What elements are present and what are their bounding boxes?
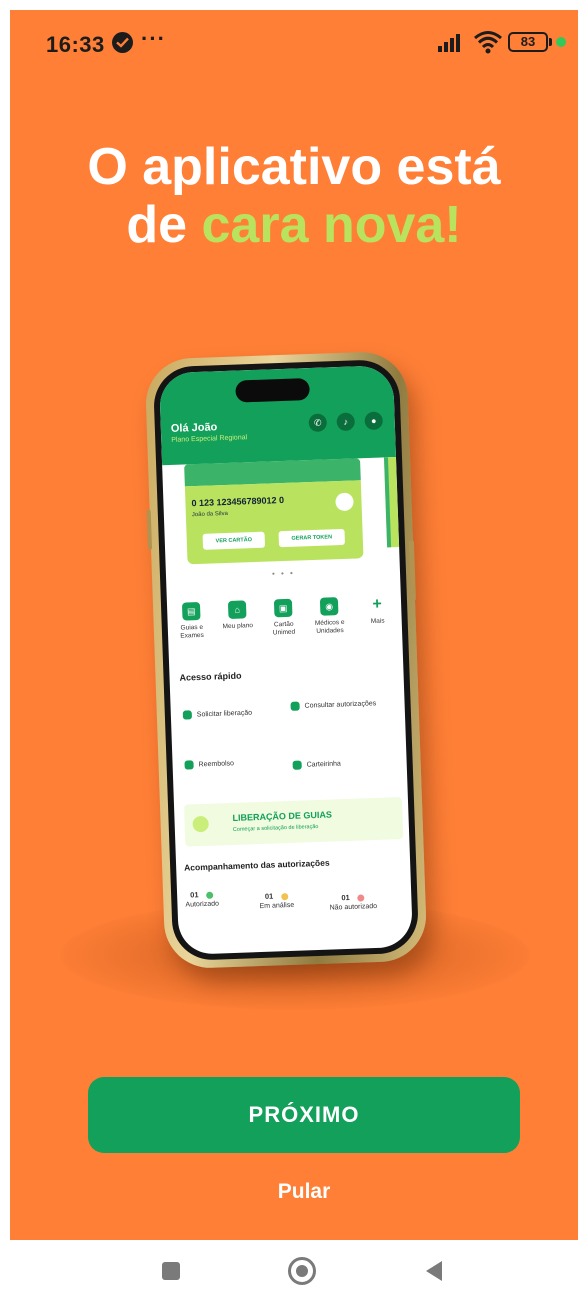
document-icon: ▤ — [181, 601, 201, 621]
quick-item-label: Solicitar liberação — [196, 709, 253, 719]
battery-level: 83 — [520, 34, 536, 49]
bell-icon: ♪ — [336, 412, 356, 432]
phone-bezel: Olá João Plano Especial Regional ✆ ♪ ● 0… — [152, 358, 420, 962]
shortcut-label: Médicos e Unidades — [314, 618, 345, 635]
tracking-count: 01 — [264, 891, 274, 901]
tracking-authorized: 01 Autorizado — [185, 889, 219, 909]
notification-overflow: ··· — [141, 26, 166, 51]
location-icon: ◉ — [319, 597, 339, 616]
title-line-2: de cara nova! — [10, 196, 578, 254]
tracking-label: Em análise — [259, 901, 295, 911]
shortcut-guides: ▤ Guias e Exames — [171, 601, 212, 641]
back-icon[interactable] — [426, 1261, 442, 1281]
dynamic-island — [235, 378, 310, 403]
quick-item-label: Reembolso — [198, 760, 235, 769]
shortcut-label: Cartão Unimed — [272, 620, 296, 637]
analysis-status-icon — [281, 892, 289, 900]
view-card-button: VER CARTÃO — [202, 531, 266, 550]
phone-icon: ✆ — [308, 413, 328, 433]
refund-icon — [184, 760, 194, 770]
recents-icon[interactable] — [162, 1262, 180, 1280]
quick-item-label: Consultar autorizações — [304, 700, 377, 710]
request-icon — [182, 710, 193, 720]
authorized-status-icon — [206, 891, 214, 899]
mockup-plan: Plano Especial Regional — [171, 434, 248, 444]
battery-cap — [549, 38, 552, 46]
navigation-bar — [10, 1240, 578, 1300]
battery-icon: 83 — [508, 32, 548, 52]
title-prefix: de — [126, 196, 188, 254]
shortcut-more: + Mais — [357, 595, 398, 626]
shortcut-card: ▣ Cartão Unimed — [263, 598, 304, 637]
status-time: 16:33 — [46, 32, 105, 57]
quick-item-wallet: Carteirinha — [292, 759, 342, 770]
copy-icon — [335, 492, 354, 512]
shortcut-doctors: ◉ Médicos e Unidades — [309, 597, 350, 636]
banner-icon — [192, 815, 209, 833]
quick-item-consult: Consultar autorizações — [290, 698, 390, 711]
mockup-header: Olá João Plano Especial Regional ✆ ♪ ● — [158, 365, 396, 466]
next-card-edge — [383, 457, 400, 548]
generate-token-button: GERAR TOKEN — [278, 528, 346, 548]
plan-icon: ⌂ — [227, 600, 247, 619]
wallet-card-icon — [292, 760, 302, 770]
tracking-in-analysis: 01 Em análise — [259, 891, 294, 911]
phone-display: Olá João Plano Especial Regional ✆ ♪ ● 0… — [158, 365, 414, 955]
phone-side-button — [408, 540, 417, 601]
check-circle-icon — [112, 32, 133, 53]
title-accent: cara nova! — [201, 196, 462, 254]
tracking-label: Não autorizado — [329, 902, 378, 912]
tracking-count: 01 — [341, 892, 350, 903]
tracking-not-authorized: 01 Não autorizado — [329, 892, 378, 913]
mockup-greeting: Olá João — [170, 421, 218, 435]
card-number: 0 123 123456789012 0 — [191, 494, 285, 509]
banner-title: LIBERAÇÃO DE GUIAS — [232, 809, 333, 823]
home-icon[interactable] — [288, 1257, 316, 1285]
tracking-title: Acompanhamento das autorizações — [184, 857, 330, 873]
charging-dot-icon — [556, 37, 566, 47]
banner-subtitle: Começar a solicitação de liberação — [232, 823, 319, 833]
quick-access-title: Acesso rápido — [179, 670, 242, 683]
shortcut-label: Guias e Exames — [180, 623, 204, 640]
guides-banner: LIBERAÇÃO DE GUIAS Começar a solicitação… — [183, 797, 404, 847]
title-line-1: O aplicativo está — [87, 138, 501, 196]
tracking-count: 01 — [190, 890, 199, 900]
card-icon: ▣ — [273, 598, 293, 618]
plus-icon: + — [372, 595, 383, 613]
phone-mockup: Olá João Plano Especial Regional ✆ ♪ ● 0… — [144, 350, 428, 970]
card-pager: • • • — [271, 568, 295, 579]
card-holder: João da Silva — [191, 510, 229, 519]
page-title: O aplicativo está de cara nova! — [10, 138, 578, 254]
shortcut-label: Mais — [370, 617, 385, 626]
onboarding-screen: 16:33 ··· 83 O aplicativo está de cara n… — [10, 10, 578, 1240]
signal-icon — [438, 34, 460, 52]
profile-icon: ● — [364, 411, 384, 431]
denied-status-icon — [357, 894, 365, 902]
skip-link[interactable]: Pular — [254, 1180, 354, 1204]
quick-item-label: Carteirinha — [306, 760, 342, 769]
wifi-icon — [474, 31, 502, 54]
status-bar: 16:33 ··· 83 — [10, 10, 578, 70]
shortcut-label: Meu plano — [222, 622, 254, 631]
quick-item-refund: Reembolso — [184, 759, 234, 770]
consult-icon — [290, 701, 300, 711]
next-button[interactable]: PRÓXIMO — [88, 1077, 520, 1153]
phone-volume-button — [146, 509, 153, 550]
member-card: 0 123 123456789012 0 João da Silva VER C… — [184, 480, 364, 565]
tracking-label: Autorizado — [185, 900, 220, 909]
shortcut-plan: ⌂ Meu plano — [217, 600, 258, 631]
quick-item-request: Solicitar liberação — [182, 708, 253, 720]
